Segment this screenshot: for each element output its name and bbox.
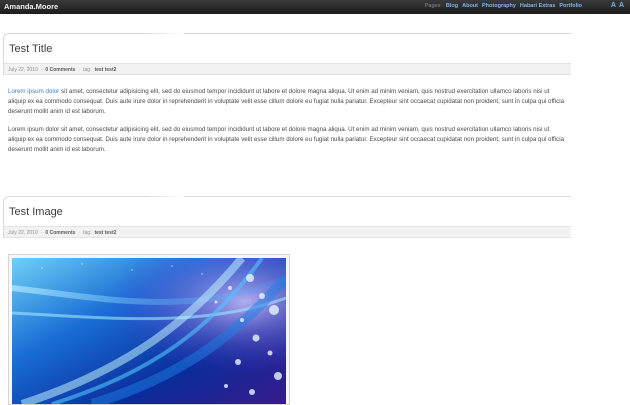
- meta-separator: ·: [78, 229, 81, 236]
- nav-link-portfolio[interactable]: Portfolio: [559, 3, 582, 9]
- post-header: Test Image July 22, 2010 · 0 Comments · …: [3, 196, 571, 238]
- post-date: July 22, 2010: [8, 66, 38, 73]
- meta-separator: ·: [78, 66, 81, 73]
- post-title[interactable]: Test Image: [4, 197, 571, 226]
- meta-separator: ·: [40, 66, 43, 73]
- site-brand[interactable]: Amanda.Moore: [4, 2, 58, 11]
- decrease-font-size-button[interactable]: A: [611, 2, 616, 9]
- nav-link-blog[interactable]: Blog: [446, 3, 458, 9]
- post-paragraph: Lorem ipsum dolor sit amet, consectetur …: [8, 88, 565, 115]
- increase-font-size-button[interactable]: A: [619, 2, 624, 9]
- post-date: July 22, 2010: [8, 229, 38, 236]
- post-comments-link[interactable]: 0 Comments: [45, 67, 75, 73]
- post-paragraph: Lorem ipsum dolor sit amet, consectetur …: [8, 126, 565, 153]
- nav-link-about[interactable]: About: [462, 3, 478, 9]
- post-body: Lorem ipsum dolor sit amet, consectetur …: [3, 75, 571, 155]
- nav-link-photography[interactable]: Photography: [482, 3, 516, 9]
- post-title[interactable]: Test Title: [4, 34, 571, 63]
- post-meta: July 22, 2010 · 0 Comments · tag: test t…: [4, 226, 571, 238]
- post-image[interactable]: [12, 258, 286, 404]
- blog-post: Test Image July 22, 2010 · 0 Comments · …: [3, 196, 571, 238]
- tag-label: tag:: [83, 66, 92, 73]
- post-header: Test Title July 22, 2010 · 0 Comments · …: [3, 33, 571, 75]
- post-tags-link[interactable]: test test2: [94, 230, 116, 236]
- post-tags-link[interactable]: test test2: [94, 67, 116, 73]
- post-image-frame: [8, 254, 290, 405]
- meta-separator: ·: [40, 229, 43, 236]
- pages-label: Pages:: [424, 3, 442, 9]
- tag-label: tag:: [83, 229, 92, 236]
- top-navigation-bar: Amanda.Moore Pages: Blog About Photograp…: [0, 0, 630, 14]
- abstract-blue-artwork: [12, 258, 286, 404]
- post-meta: July 22, 2010 · 0 Comments · tag: test t…: [4, 63, 571, 75]
- nav-link-habari-extras[interactable]: Habari Extras: [520, 3, 555, 9]
- lorem-ipsum-link[interactable]: Lorem ipsum dolor: [8, 88, 59, 95]
- main-nav: Pages: Blog About Photography Habari Ext…: [425, 3, 582, 9]
- blog-post: Test Title July 22, 2010 · 0 Comments · …: [3, 33, 571, 163]
- post-comments-link[interactable]: 0 Comments: [45, 230, 75, 236]
- font-size-controls: A A: [611, 2, 624, 9]
